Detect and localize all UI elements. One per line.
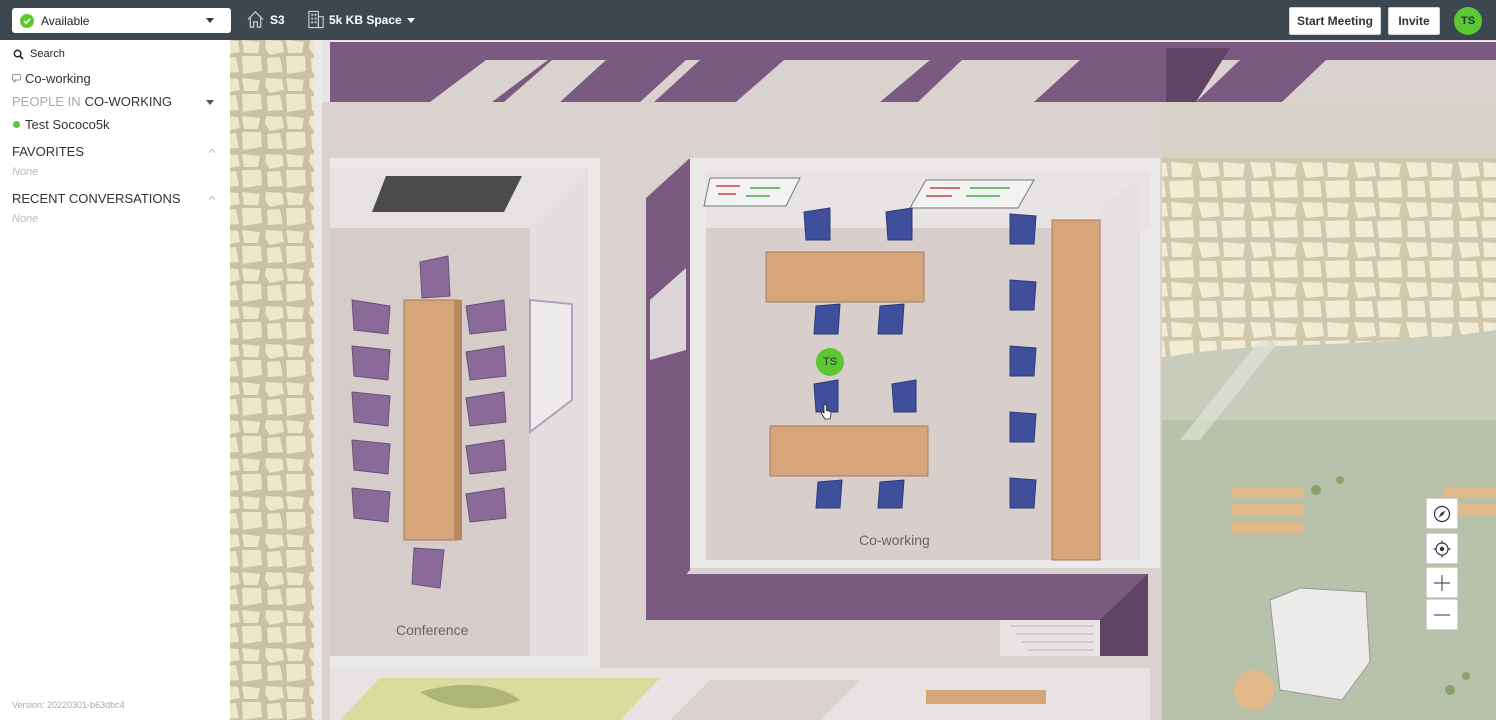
compass-icon bbox=[1433, 505, 1451, 522]
navigate-button[interactable] bbox=[1426, 498, 1458, 529]
search-label: Search bbox=[30, 48, 65, 60]
person-item[interactable]: Test Sococo5k bbox=[13, 117, 110, 132]
home-button[interactable]: S3 bbox=[246, 10, 285, 29]
zoom-in-button[interactable] bbox=[1426, 567, 1458, 598]
user-avatar[interactable]: TS bbox=[1454, 7, 1482, 35]
user-avatar-on-map[interactable]: TS bbox=[816, 348, 844, 376]
chevron-down-icon bbox=[406, 18, 415, 23]
home-icon bbox=[247, 11, 264, 28]
favorites-empty: None bbox=[12, 166, 39, 178]
top-bar: Available S3 5k KB Space Start Meeting I… bbox=[0, 0, 1496, 40]
recent-conversations-header[interactable]: RECENT CONVERSATIONS bbox=[12, 191, 181, 206]
room-label-coworking[interactable]: Co-working bbox=[859, 532, 930, 548]
home-label: S3 bbox=[270, 12, 285, 27]
office-map[interactable]: Conference Co-working bbox=[230, 40, 1496, 720]
favorites-header[interactable]: FAVORITES bbox=[12, 144, 84, 159]
space-selector[interactable]: 5k KB Space bbox=[307, 10, 415, 29]
crosshair-icon bbox=[1433, 540, 1451, 557]
current-room-label: Co-working bbox=[25, 71, 91, 86]
building-icon bbox=[308, 10, 324, 29]
room-label-conference[interactable]: Conference bbox=[396, 622, 468, 638]
search-button[interactable]: Search bbox=[13, 48, 65, 60]
zoom-out-button[interactable] bbox=[1426, 599, 1458, 630]
minus-icon bbox=[1434, 613, 1450, 616]
hand-cursor-icon bbox=[820, 404, 832, 420]
invite-button[interactable]: Invite bbox=[1388, 7, 1440, 35]
current-room[interactable]: Co-working bbox=[12, 71, 91, 86]
chevron-up-icon[interactable] bbox=[208, 194, 216, 202]
floor-plan bbox=[230, 40, 1496, 720]
people-room-name: CO-WORKING bbox=[84, 94, 173, 109]
locate-me-button[interactable] bbox=[1426, 533, 1458, 564]
plus-icon bbox=[1434, 574, 1450, 591]
sidebar: Search Co-working PEOPLE IN CO-WORKING T… bbox=[0, 40, 230, 720]
recent-empty: None bbox=[12, 213, 39, 225]
status-dropdown[interactable]: Available bbox=[12, 8, 231, 33]
start-meeting-button[interactable]: Start Meeting bbox=[1289, 7, 1381, 35]
search-icon bbox=[13, 49, 24, 60]
space-label: 5k KB Space bbox=[329, 12, 402, 27]
version-text: Version: 20220301-b63dbc4 bbox=[12, 700, 125, 710]
person-name: Test Sococo5k bbox=[25, 117, 110, 132]
status-label: Available bbox=[41, 13, 90, 28]
chat-icon bbox=[12, 74, 21, 83]
chevron-down-icon bbox=[206, 18, 214, 23]
available-check-icon bbox=[20, 13, 34, 28]
people-header[interactable]: PEOPLE IN CO-WORKING bbox=[12, 94, 172, 109]
chevron-down-icon[interactable] bbox=[206, 100, 214, 105]
online-status-icon bbox=[13, 121, 20, 128]
people-prefix: PEOPLE IN bbox=[12, 94, 81, 109]
chevron-up-icon[interactable] bbox=[208, 147, 216, 155]
